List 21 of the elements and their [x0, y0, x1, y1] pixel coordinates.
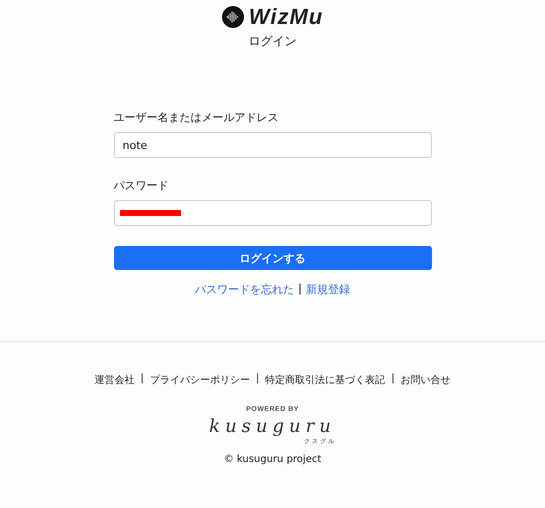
separator: |	[140, 373, 144, 386]
page-title: ログイン	[248, 33, 296, 50]
separator: |	[256, 373, 260, 386]
separator: |	[391, 373, 395, 386]
link[interactable]: パスワードを忘れた	[195, 282, 294, 297]
field-label: ユーザー名またはメールアドレス	[114, 110, 280, 125]
footer-link[interactable]: プライバシーポリシー	[150, 373, 250, 387]
copyright-text: © kusuguru project	[224, 454, 322, 465]
field-label: パスワード	[114, 178, 170, 193]
input-field[interactable]: note	[114, 132, 432, 158]
logo-icon	[222, 6, 244, 28]
link[interactable]: 新規登録	[306, 282, 350, 297]
logo-text: WizMu	[248, 5, 324, 29]
footer-link[interactable]: お問い合せ	[400, 373, 451, 387]
redaction-bar	[120, 210, 180, 216]
login-button[interactable]: ログインする	[114, 246, 432, 270]
brand-logo-text: kusuguru	[209, 417, 336, 437]
footer-link[interactable]: 運営会社	[94, 373, 134, 387]
input-field[interactable]	[114, 200, 432, 226]
separator: |	[298, 282, 302, 297]
footer-link[interactable]: 特定商取引法に基づく表記	[265, 373, 386, 387]
